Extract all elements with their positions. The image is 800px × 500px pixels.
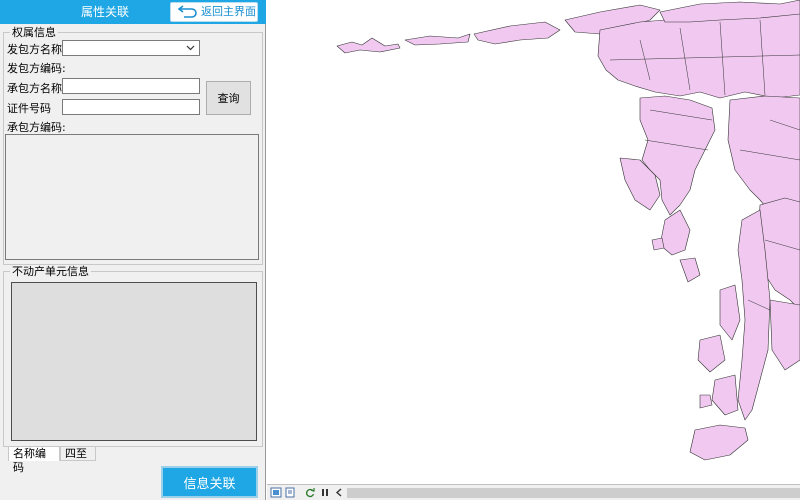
map-status-bar	[267, 484, 800, 500]
issuer-name-dropdown[interactable]	[62, 40, 200, 56]
contractor-name-input[interactable]	[62, 78, 200, 94]
map-parcel	[336, 37, 401, 54]
back-to-main-button[interactable]: 返回主界面	[170, 2, 258, 22]
layout-view-icon[interactable]	[270, 487, 282, 498]
cert-no-label: 证件号码	[7, 102, 51, 115]
back-to-main-label: 返回主界面	[201, 5, 256, 18]
contractor-code-label: 承包方编码:	[7, 121, 66, 134]
refresh-icon[interactable]	[304, 487, 316, 498]
map-parcel	[769, 299, 800, 371]
pause-icon[interactable]	[319, 487, 331, 498]
issuer-name-label: 发包方名称	[7, 43, 62, 56]
scroll-left-icon[interactable]	[333, 487, 345, 498]
map-view[interactable]	[267, 0, 800, 484]
title-bar: 属性关联 返回主界面	[0, 0, 266, 24]
map-parcel	[404, 33, 471, 46]
realty-unit-legend: 不动产单元信息	[12, 265, 89, 278]
info-link-button[interactable]: 信息关联	[161, 466, 258, 498]
chevron-down-icon	[186, 45, 195, 51]
query-button[interactable]: 查询	[206, 81, 251, 115]
tab-name-code[interactable]: 名称编码	[8, 446, 60, 474]
tab-four-sides[interactable]: 四至	[60, 446, 96, 461]
map-parcel	[679, 257, 701, 283]
ownership-info-legend: 权属信息	[12, 26, 56, 39]
attribute-link-panel: 属性关联 返回主界面 权属信息 发包方名称 发包方编码: 承包方名称 证件号码 …	[0, 0, 266, 500]
realty-unit-list[interactable]	[11, 282, 257, 441]
contractor-code-list[interactable]	[5, 134, 259, 260]
map-parcel	[473, 21, 561, 45]
return-arrow-icon	[177, 5, 197, 18]
horizontal-scrollbar[interactable]	[347, 488, 800, 498]
map-parcel	[659, 209, 691, 256]
map-parcel	[651, 237, 665, 251]
map-parcel	[689, 424, 749, 461]
map-parcel	[697, 334, 726, 373]
page-view-icon[interactable]	[284, 487, 296, 498]
map-parcel	[711, 374, 739, 416]
contractor-name-label: 承包方名称	[7, 82, 62, 95]
parcel-map	[336, 0, 800, 461]
issuer-code-label: 发包方编码:	[7, 62, 66, 75]
map-parcel	[699, 394, 713, 409]
map-parcel	[719, 284, 741, 341]
cert-no-input[interactable]	[62, 99, 200, 115]
